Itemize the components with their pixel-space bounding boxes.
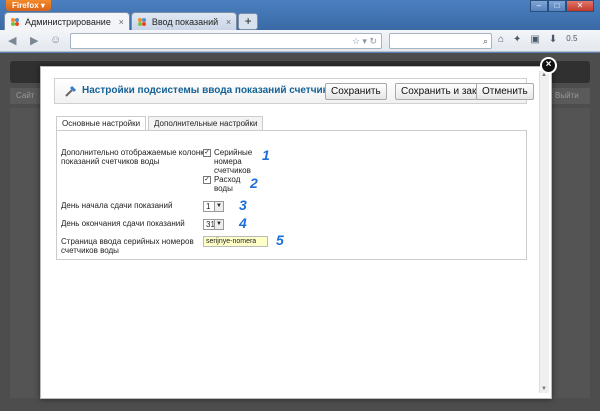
end-day-select[interactable]: 31 ▼	[203, 219, 224, 230]
modal-close-button[interactable]: ×	[540, 57, 557, 74]
download-icon[interactable]: ⬇	[549, 34, 557, 45]
tab-close-icon[interactable]: ×	[226, 13, 231, 31]
modal-scrollbar[interactable]: ▲ ▼	[539, 71, 549, 393]
marker-3: 3	[239, 197, 247, 213]
save-button[interactable]: Сохранить	[325, 83, 387, 100]
browser-tab-label: Администрирование	[25, 17, 111, 27]
settings-tabs: Основные настройки Дополнительные настро…	[56, 116, 265, 131]
tab-advanced-settings[interactable]: Дополнительные настройки	[148, 116, 264, 131]
chevron-down-icon: ▼	[214, 202, 223, 211]
start-day-label: День начала сдачи показаний	[61, 201, 173, 210]
scroll-down-icon[interactable]: ▼	[541, 386, 547, 392]
settings-panel: Дополнительно отображаемые колонки показ…	[56, 130, 527, 260]
admin-site-link: Сайт	[16, 91, 35, 100]
columns-label: Дополнительно отображаемые колонки показ…	[61, 148, 209, 166]
tab-basic-settings[interactable]: Основные настройки	[56, 116, 147, 131]
settings-tools-icon	[65, 85, 77, 97]
browser-tab-label: Ввод показаний	[151, 17, 219, 27]
water-consumption-checkbox[interactable]: ✓	[203, 176, 211, 184]
settings-modal: Настройки подсистемы ввода показаний сче…	[40, 66, 552, 399]
modal-title: Настройки подсистемы ввода показаний сче…	[82, 85, 340, 96]
start-day-value: 1	[206, 202, 211, 211]
home-icon[interactable]: ⌂	[498, 34, 504, 45]
joomla-icon	[137, 18, 146, 26]
browser-tab-readings[interactable]: Ввод показаний ×	[130, 12, 238, 31]
serial-page-value: serijnye-nomera	[206, 238, 257, 245]
maximize-icon[interactable]: □	[548, 0, 566, 12]
end-day-label: День окончания сдачи показаний	[61, 219, 185, 228]
browser-tab-admin[interactable]: Администрирование ×	[4, 12, 130, 31]
water-consumption-label: Расход воды	[214, 175, 241, 193]
marker-5: 5	[276, 232, 284, 248]
chevron-down-icon: ▼	[214, 220, 223, 229]
navigation-toolbar: ◀ ▶ ☺ ☆ ▾ ↻ ⌕ ⌂ ✦ ▣ ⬇ 0.5	[0, 30, 600, 52]
url-bar[interactable]: ☆ ▾ ↻	[70, 33, 382, 49]
screen-icon[interactable]: ▣	[530, 34, 539, 45]
start-day-select[interactable]: 1 ▼	[203, 201, 224, 212]
firefox-menu-button[interactable]: Firefox ▾	[6, 0, 51, 11]
counter-badge: 0.5	[566, 34, 578, 43]
minimize-icon[interactable]: –	[530, 0, 548, 12]
window-controls: – □ ✕	[530, 0, 594, 12]
marker-2: 2	[250, 175, 258, 191]
modal-toolbar: Настройки подсистемы ввода показаний сче…	[54, 78, 534, 104]
browser-tabs: Администрирование × Ввод показаний × +	[4, 12, 259, 31]
addon-icon[interactable]: ✦	[513, 34, 521, 45]
toolbar-icons: ⌂ ✦ ▣ ⬇ 0.5	[498, 34, 577, 45]
search-bar[interactable]: ⌕	[389, 33, 492, 49]
serial-numbers-checkbox[interactable]: ✓	[203, 149, 211, 157]
back-icon[interactable]: ◀	[8, 34, 16, 47]
serial-numbers-label: Серийные номера счетчиков	[214, 148, 253, 175]
marker-4: 4	[239, 215, 247, 231]
admin-logout-link: Выйти	[555, 91, 579, 100]
close-window-icon[interactable]: ✕	[566, 0, 594, 12]
bookmark-star-icon[interactable]: ☆ ▾ ↻	[352, 34, 377, 48]
search-icon[interactable]: ⌕	[483, 34, 488, 48]
browser-titlebar: Firefox ▾ – □ ✕ Администрирование × Ввод…	[0, 0, 600, 31]
new-tab-button[interactable]: +	[238, 13, 259, 30]
serial-page-input[interactable]: serijnye-nomera	[203, 236, 268, 247]
forward-icon[interactable]: ▶	[30, 34, 38, 47]
marker-1: 1	[262, 147, 270, 163]
joomla-icon	[11, 18, 19, 26]
serial-page-label: Страница ввода серийных номеров счетчико…	[61, 237, 194, 255]
tab-close-icon[interactable]: ×	[119, 13, 124, 31]
cancel-button[interactable]: Отменить	[476, 83, 534, 100]
identity-icon[interactable]: ☺	[50, 34, 61, 46]
